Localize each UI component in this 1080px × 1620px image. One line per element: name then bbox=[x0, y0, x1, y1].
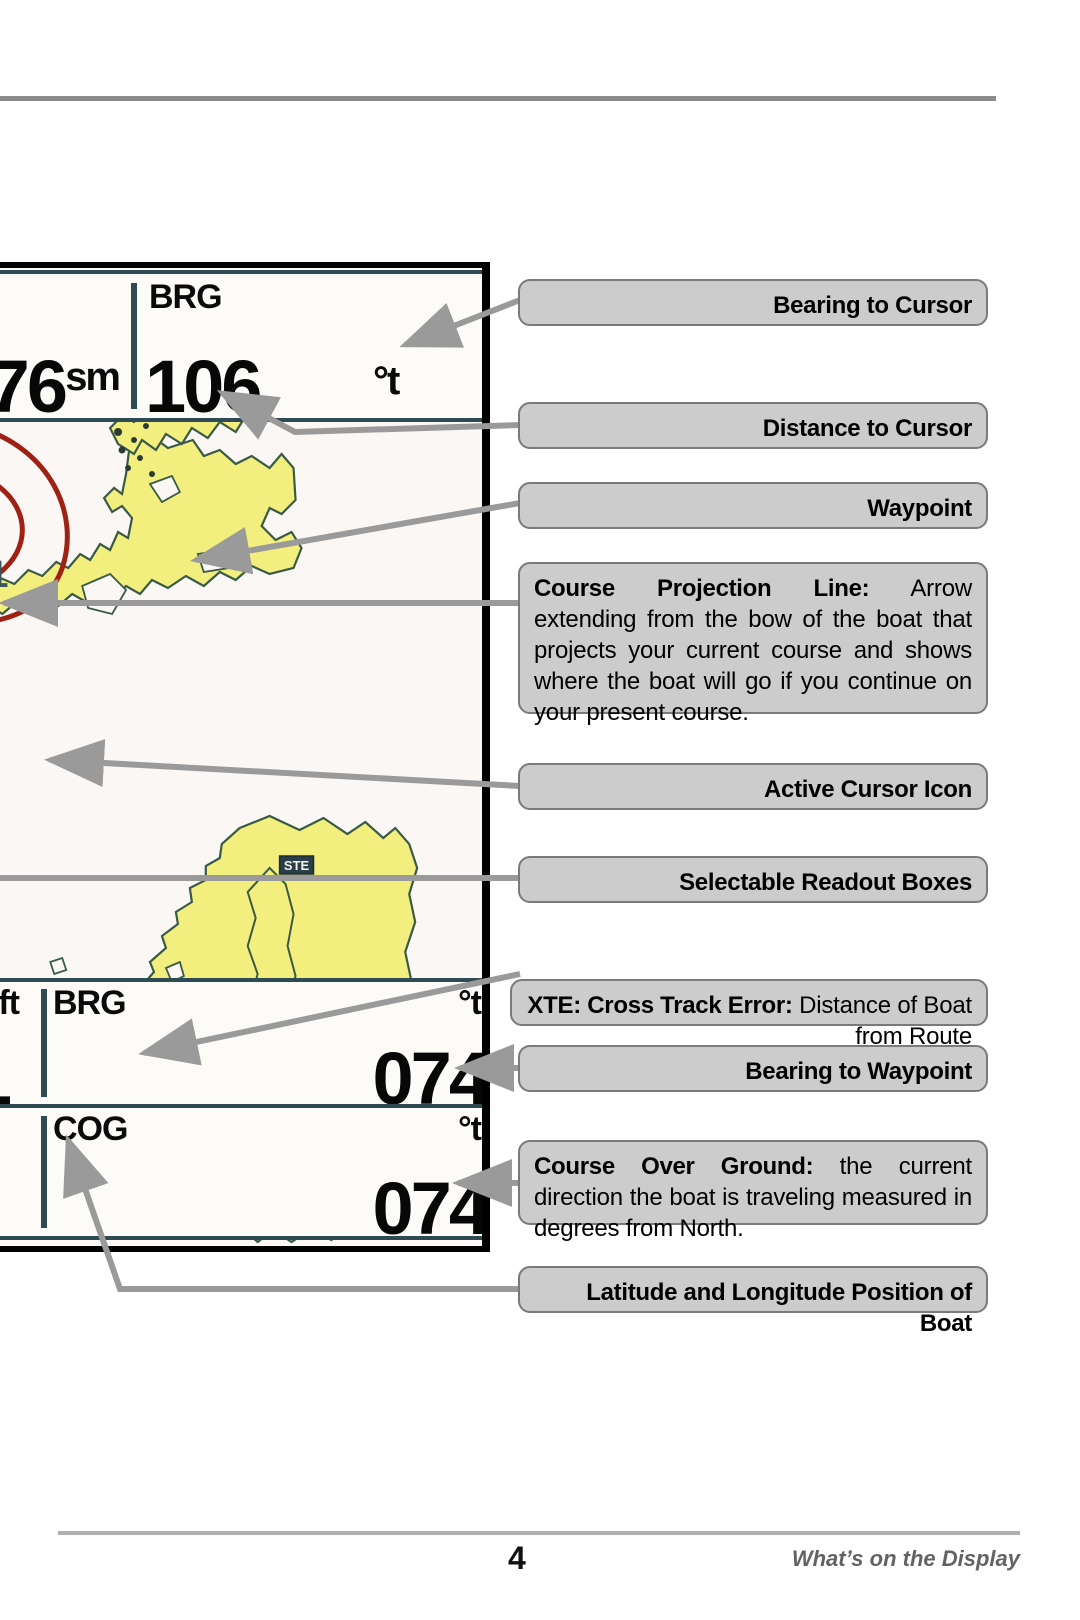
callout-active-cursor-icon[interactable]: Active Cursor Icon bbox=[518, 763, 988, 810]
svg-text:STE: STE bbox=[284, 858, 310, 873]
callout-course-over-ground[interactable]: Course Over Ground: the current directio… bbox=[518, 1140, 988, 1242]
callout-course-projection-line-title: Course Projection Line: bbox=[534, 575, 870, 602]
callout-selectable-readout-boxes-title: Selectable Readout Boxes bbox=[679, 869, 972, 896]
dist-unit: sm bbox=[65, 355, 121, 399]
device-screen: STE 02' 85' DIST 1.76 sm BRG bbox=[0, 268, 482, 1246]
callout-latitude-longitude-position[interactable]: Latitude and Longitude Position of Boat bbox=[518, 1266, 988, 1337]
callout-xte-title: XTE: Cross Track Error: bbox=[527, 992, 793, 1019]
callout-distance-to-cursor-title: Distance to Cursor bbox=[762, 415, 973, 442]
chartplotter-device-screenshot: STE 02' 85' DIST 1.76 sm BRG bbox=[0, 262, 490, 1252]
callout-xte-cross-track-error[interactable]: XTE: Cross Track Error: Distance of Boat… bbox=[510, 979, 988, 1050]
brg-wp-unit: °t bbox=[458, 984, 482, 1022]
top-readout-bar[interactable]: 02' 85' DIST 1.76 sm BRG 106 °t bbox=[0, 270, 482, 424]
dist-value: 1.76 bbox=[0, 345, 68, 428]
waypoint-name-label: 0001 bbox=[0, 554, 9, 597]
callout-latitude-longitude-title: Latitude and Longitude Position of Boat bbox=[586, 1279, 972, 1337]
bottom-readout-bar-2[interactable]: 25°43.902' 80°12.812' COG °t 074 bbox=[0, 1104, 482, 1246]
readout-divider-2 bbox=[131, 282, 137, 410]
callout-bearing-to-cursor[interactable]: Bearing to Cursor bbox=[518, 279, 988, 326]
page-footer: 4 What’s on the Display bbox=[58, 1540, 1020, 1588]
page-number: 4 bbox=[508, 1540, 526, 1576]
callout-waypoint-title: Waypoint bbox=[867, 495, 972, 522]
callout-waypoint[interactable]: Waypoint bbox=[518, 482, 988, 529]
cog-label: COG bbox=[53, 1110, 128, 1148]
header-rule bbox=[0, 96, 996, 101]
callout-course-over-ground-title: Course Over Ground: bbox=[534, 1153, 814, 1180]
brg-unit: °t bbox=[373, 359, 400, 403]
cog-value: 074 bbox=[372, 1167, 482, 1246]
footer-rule bbox=[58, 1531, 1020, 1535]
callout-xte-description: Distance of Boat from Route bbox=[792, 992, 972, 1050]
readout-divider-3 bbox=[41, 989, 47, 1097]
brg-value: 106 bbox=[145, 345, 262, 428]
callout-bearing-to-waypoint[interactable]: Bearing to Waypoint bbox=[518, 1045, 988, 1092]
cog-unit: °t bbox=[458, 1110, 482, 1148]
callout-active-cursor-icon-title: Active Cursor Icon bbox=[764, 776, 972, 803]
callout-bearing-to-cursor-title: Bearing to Cursor bbox=[773, 292, 972, 319]
brg-wp-label: BRG bbox=[53, 984, 127, 1022]
callout-distance-to-cursor[interactable]: Distance to Cursor bbox=[518, 402, 988, 449]
xte-unit-label: ft bbox=[0, 984, 20, 1022]
chart-symbol-ste: STE bbox=[278, 855, 315, 875]
bottom-readout-bar-1[interactable]: ft 1 BRG °t 074 bbox=[0, 978, 482, 1116]
readout-divider-4 bbox=[41, 1115, 47, 1229]
brg-label: BRG bbox=[149, 278, 223, 316]
callout-bearing-to-waypoint-title: Bearing to Waypoint bbox=[745, 1058, 972, 1085]
callout-selectable-readout-boxes[interactable]: Selectable Readout Boxes bbox=[518, 856, 988, 903]
callout-course-projection-line[interactable]: Course Projection Line: Arrow extending … bbox=[518, 562, 988, 726]
readout-cell-brg[interactable]: BRG 106 °t bbox=[139, 274, 482, 424]
readout-cell-dist[interactable]: DIST 1.76 sm bbox=[0, 274, 127, 424]
footer-section-title: What’s on the Display bbox=[791, 1546, 1020, 1571]
